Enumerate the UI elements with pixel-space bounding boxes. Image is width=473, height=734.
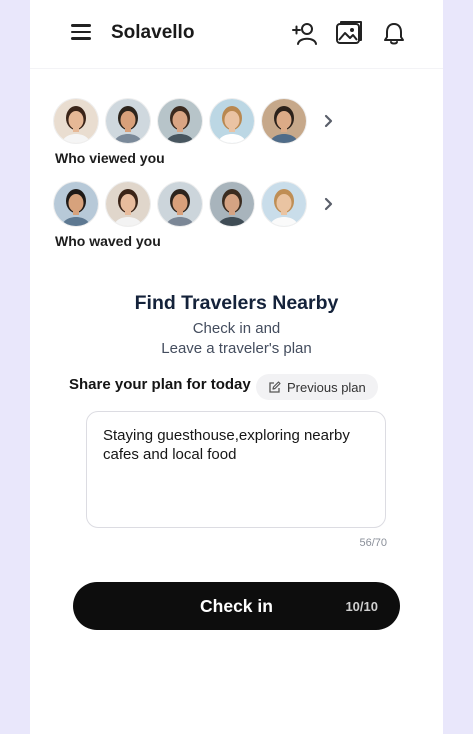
check-in-button[interactable]: Check in 10/10 [73, 582, 400, 630]
waved-avatars [54, 182, 336, 226]
check-in-count: 10/10 [345, 599, 378, 614]
previous-plan-button[interactable]: Previous plan [256, 374, 378, 400]
left-backdrop [0, 0, 44, 734]
avatar-1[interactable] [54, 99, 98, 143]
previous-plan-label: Previous plan [287, 379, 366, 395]
avatar-8[interactable] [158, 182, 202, 226]
avatar-9[interactable] [210, 182, 254, 226]
find-subtitle-line1: Check in and [192, 320, 281, 337]
char-counter: 56/70 [359, 537, 387, 549]
avatar-3[interactable] [158, 99, 202, 143]
find-subtitle-line2: Leave a traveler's plan [161, 340, 312, 357]
avatar-5[interactable] [262, 99, 306, 143]
right-backdrop [443, 0, 473, 734]
bell-icon[interactable] [380, 20, 408, 48]
photo-album-icon[interactable] [335, 20, 363, 48]
viewed-avatars [54, 99, 336, 143]
avatar-4[interactable] [210, 99, 254, 143]
menu-icon[interactable] [71, 24, 91, 42]
app-screen: Solavello Who viewed you Who waved you F… [30, 0, 443, 734]
avatar-7[interactable] [106, 182, 150, 226]
who-waved-label[interactable]: Who waved you [55, 233, 161, 249]
who-viewed-label[interactable]: Who viewed you [55, 150, 165, 166]
avatar-2[interactable] [106, 99, 150, 143]
edit-icon [269, 380, 281, 393]
chevron-right-icon[interactable] [322, 197, 336, 211]
chevron-right-icon[interactable] [322, 114, 336, 128]
add-friend-icon[interactable] [291, 20, 319, 48]
avatar-10[interactable] [262, 182, 306, 226]
share-plan-label: Share your plan for today [69, 376, 251, 393]
avatar-6[interactable] [54, 182, 98, 226]
find-travelers-title: Find Travelers Nearby [134, 292, 339, 314]
top-bar: Solavello [30, 0, 443, 69]
app-title: Solavello [111, 22, 195, 43]
plan-textarea[interactable]: Staying guesthouse,exploring nearby cafe… [86, 411, 386, 528]
